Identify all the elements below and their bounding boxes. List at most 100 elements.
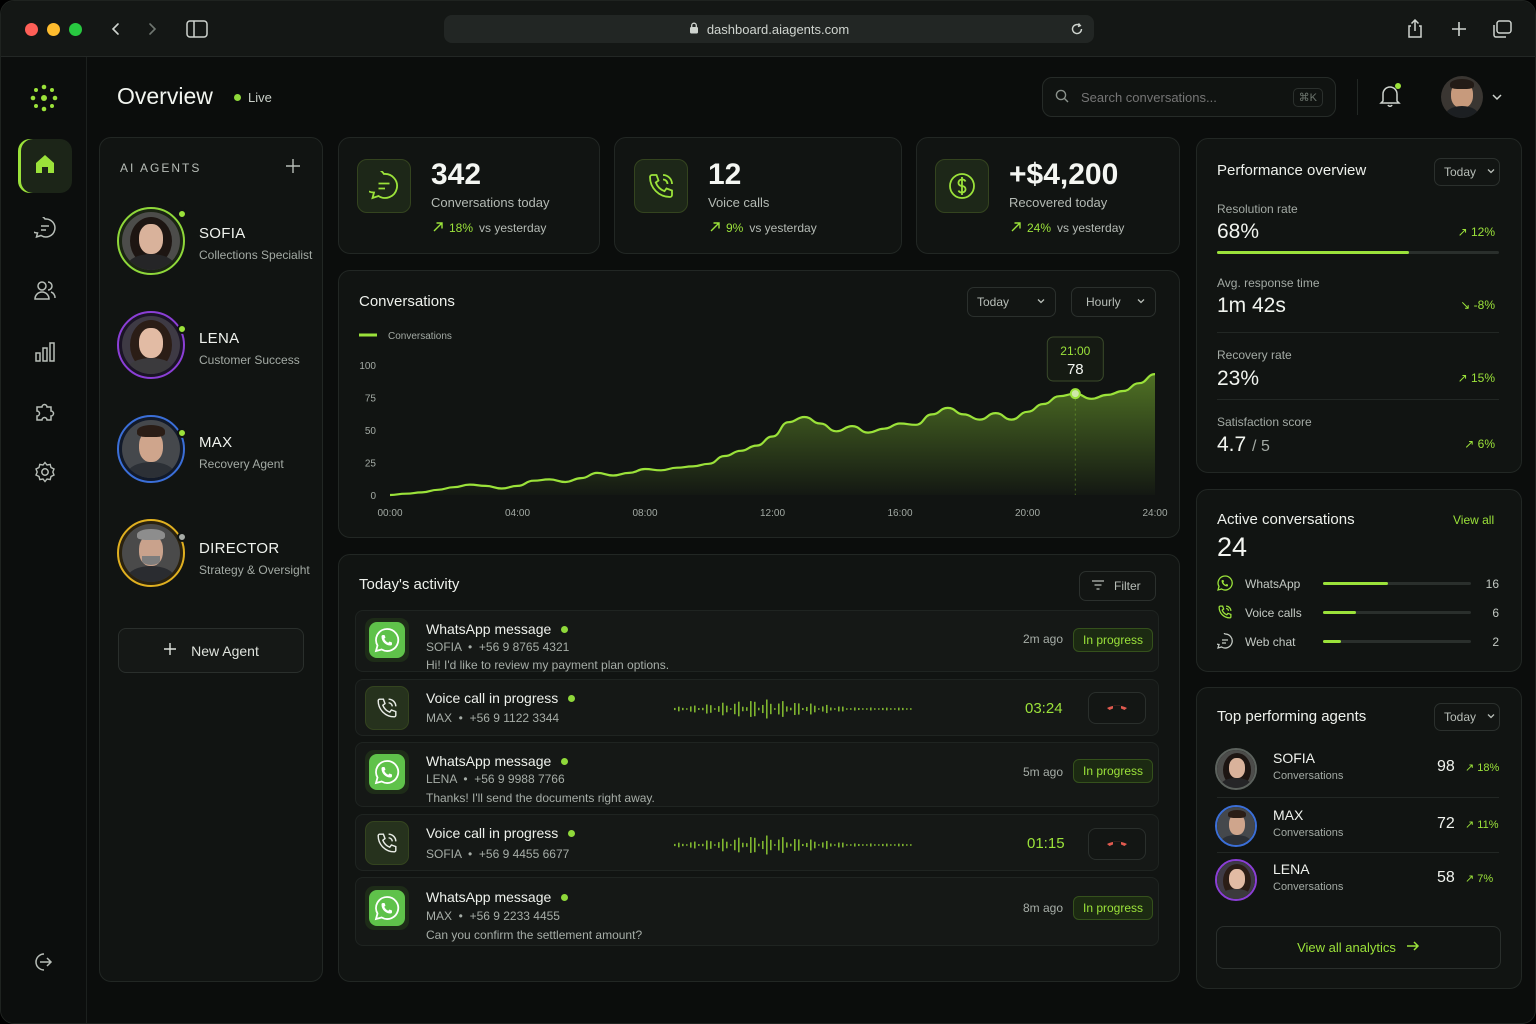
- activity-time: 8m ago: [1023, 901, 1064, 915]
- phone-icon: [1217, 604, 1233, 623]
- address-bar[interactable]: dashboard.aiagents.com: [444, 15, 1094, 43]
- activity-type: Voice call in progress: [426, 690, 559, 706]
- activity-row[interactable]: Voice call in progress MAX • +56 9 1122 …: [355, 679, 1159, 736]
- nav-agents[interactable]: [18, 265, 72, 319]
- reload-icon[interactable]: [1070, 22, 1084, 39]
- home-icon: [34, 153, 56, 180]
- close-window-button[interactable]: [25, 23, 38, 36]
- logout-icon[interactable]: [31, 951, 53, 978]
- waveform-bar: [822, 842, 824, 848]
- agent-avatar: [117, 415, 185, 483]
- agent-metric-label: Conversations: [1273, 827, 1344, 839]
- waveform-bar: [786, 842, 788, 848]
- search-box[interactable]: ⌘K: [1042, 77, 1336, 117]
- agent-role: Collections Specialist: [199, 248, 313, 262]
- logo-icon[interactable]: [29, 83, 59, 118]
- filter-label: Filter: [1114, 579, 1141, 593]
- minimize-window-button[interactable]: [47, 23, 60, 36]
- activity-row[interactable]: WhatsApp message MAX • +56 9 2233 4455 C…: [355, 877, 1159, 946]
- forward-icon[interactable]: [141, 18, 163, 40]
- waveform-bar: [774, 708, 776, 710]
- nav-settings[interactable]: [18, 447, 72, 501]
- agent-card-sofia[interactable]: SOFIA Collections Specialist: [117, 207, 317, 279]
- waveform-bar: [778, 839, 780, 851]
- nav-conversations[interactable]: [18, 203, 72, 257]
- stat-delta-value: 9%: [726, 221, 744, 235]
- channel-row: Voice calls 6: [1217, 603, 1499, 623]
- filter-icon: [1091, 579, 1105, 594]
- top-agent-row[interactable]: SOFIA Conversations 98 ↗ 18%: [1215, 746, 1501, 792]
- nav-home[interactable]: [18, 139, 72, 193]
- view-all-analytics-button[interactable]: View all analytics: [1216, 926, 1501, 969]
- bell-icon[interactable]: [1379, 83, 1403, 114]
- waveform-bar: [830, 843, 832, 847]
- waveform-bar: [742, 842, 744, 848]
- new-tab-icon[interactable]: [1448, 18, 1470, 40]
- new-agent-button[interactable]: New Agent: [118, 628, 304, 673]
- top-agents-range-select[interactable]: Today: [1434, 703, 1500, 731]
- active-total: 24: [1217, 532, 1248, 562]
- top-agent-row[interactable]: MAX Conversations 72 ↗ 11%: [1215, 803, 1501, 849]
- nav-analytics[interactable]: [18, 327, 72, 381]
- waveform-bar: [778, 703, 780, 715]
- waveform-bar: [882, 843, 884, 847]
- waveform-bar: [874, 844, 876, 846]
- activity-agent: MAX: [426, 711, 453, 725]
- activity-row[interactable]: WhatsApp message LENA • +56 9 9988 7766 …: [355, 742, 1159, 807]
- agent-role: Strategy & Oversight: [199, 563, 310, 577]
- channel-name: Web chat: [1245, 635, 1296, 649]
- waveform-bar: [774, 844, 776, 846]
- search-input[interactable]: [1081, 89, 1281, 105]
- activity-contact: SOFIA • +56 9 4455 6677: [426, 847, 570, 861]
- x-tick-label: 04:00: [505, 508, 530, 519]
- activity-time: 2m ago: [1023, 632, 1064, 646]
- status-badge: In progress: [1073, 759, 1154, 783]
- hangup-button[interactable]: [1088, 692, 1146, 724]
- agent-card-lena[interactable]: LENA Customer Success: [117, 311, 317, 383]
- waveform-bar: [822, 706, 824, 712]
- performance-range-select[interactable]: Today: [1434, 158, 1500, 186]
- waveform-bar: [850, 708, 852, 710]
- tab-overview-icon[interactable]: [1491, 18, 1513, 40]
- app-window: dashboard.aiagents.com Overview Live Sea…: [0, 0, 1536, 1024]
- waveform-bar: [766, 835, 768, 855]
- view-all-link[interactable]: View all: [1453, 513, 1494, 527]
- trend-up-icon: [433, 221, 443, 235]
- chevron-down-icon[interactable]: [1491, 90, 1503, 108]
- waveform-bar: [754, 837, 756, 853]
- activity-row[interactable]: WhatsApp message SOFIA • +56 9 8765 4321…: [355, 610, 1159, 672]
- metric-label: Recovery rate: [1217, 348, 1292, 362]
- waveform-bar: [710, 705, 712, 713]
- avatar[interactable]: [1441, 76, 1483, 118]
- waveform-bar: [794, 839, 796, 851]
- metric-value: 1m 42s: [1217, 294, 1286, 317]
- maximize-window-button[interactable]: [69, 23, 82, 36]
- back-icon[interactable]: [105, 18, 127, 40]
- series-area: [390, 374, 1155, 495]
- top-agent-row[interactable]: LENA Conversations 58 ↗ 7%: [1215, 857, 1501, 903]
- activity-row[interactable]: Voice call in progress SOFIA • +56 9 445…: [355, 814, 1159, 871]
- waveform-bar: [886, 843, 888, 847]
- live-dot: [234, 94, 241, 101]
- add-agent-icon[interactable]: [285, 158, 301, 179]
- nav-integrations[interactable]: [18, 387, 72, 441]
- whatsapp-icon: [365, 618, 409, 662]
- online-dot: [568, 694, 576, 702]
- channel-bar: [1323, 611, 1471, 614]
- share-icon[interactable]: [1404, 18, 1426, 40]
- filter-button[interactable]: Filter: [1079, 571, 1156, 601]
- sidebar-toggle-icon[interactable]: [186, 18, 208, 40]
- waveform-bar: [754, 701, 756, 717]
- agent-card-director[interactable]: DIRECTOR Strategy & Oversight: [117, 519, 317, 591]
- activity-message: Can you confirm the settlement amount?: [426, 928, 643, 942]
- agent-card-max[interactable]: MAX Recovery Agent: [117, 415, 317, 487]
- agent-role: Customer Success: [199, 353, 300, 367]
- y-tick-label: 0: [370, 491, 376, 502]
- online-dot: [561, 625, 569, 633]
- y-tick-label: 25: [365, 459, 377, 470]
- activity-contact: SOFIA • +56 9 8765 4321: [426, 640, 570, 654]
- stat-delta-suffix: vs yesterday: [749, 221, 817, 235]
- waveform-bar: [842, 706, 844, 712]
- hangup-button[interactable]: [1088, 828, 1146, 860]
- divider: [1217, 797, 1499, 798]
